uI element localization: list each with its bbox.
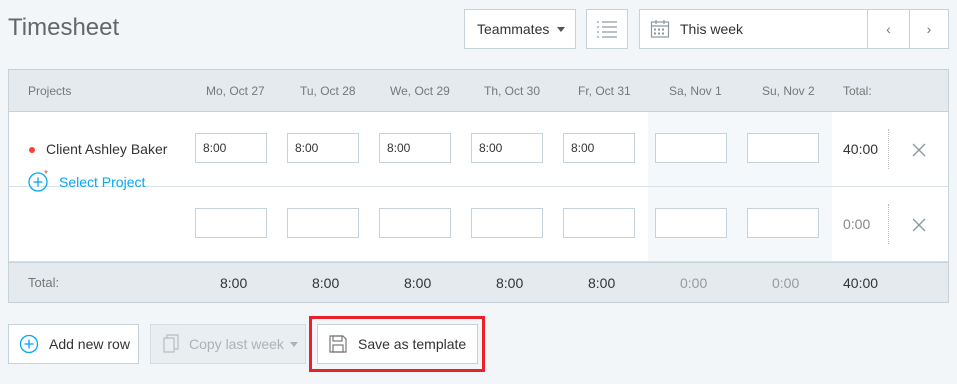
- col-day: Mo, Oct 27: [206, 84, 265, 98]
- copy-last-week-button[interactable]: Copy last week: [150, 324, 306, 364]
- time-input[interactable]: [563, 208, 635, 238]
- close-icon[interactable]: [911, 142, 927, 158]
- chevron-right-icon: ›: [926, 21, 932, 37]
- svg-text:*: *: [44, 169, 48, 180]
- time-input[interactable]: [747, 208, 819, 238]
- plus-circle-icon: [19, 334, 39, 354]
- row-total: 0:00: [843, 216, 871, 232]
- col-day: Sa, Nov 1: [669, 84, 722, 98]
- time-input[interactable]: [471, 208, 543, 238]
- time-input[interactable]: [287, 133, 359, 163]
- time-input[interactable]: [379, 133, 451, 163]
- day-total: 0:00: [680, 275, 708, 291]
- add-row-label: Add new row: [49, 336, 130, 352]
- col-projects: Projects: [28, 84, 72, 98]
- next-week-button[interactable]: ›: [909, 9, 949, 49]
- teammates-label: Teammates: [477, 21, 550, 37]
- footer-label: Total:: [28, 275, 60, 290]
- week-picker[interactable]: This week: [639, 9, 868, 49]
- plus-circle-icon[interactable]: *: [27, 169, 51, 193]
- time-input[interactable]: [471, 133, 543, 163]
- divider: [888, 204, 889, 244]
- save-template-label: Save as template: [358, 336, 467, 352]
- close-icon[interactable]: [911, 217, 927, 233]
- table-footer: Total: 8:00 8:00 8:00 8:00 8:00 0:00 0:0…: [9, 262, 948, 302]
- chevron-down-icon: [557, 26, 566, 32]
- copy-icon: [163, 334, 179, 353]
- list-view-button[interactable]: [586, 9, 628, 49]
- calendar-icon: [650, 20, 670, 38]
- chevron-left-icon: ‹: [886, 21, 891, 37]
- time-input[interactable]: [655, 133, 727, 163]
- day-total: 8:00: [220, 275, 248, 291]
- col-day: Su, Nov 2: [762, 84, 815, 98]
- save-icon: [329, 335, 347, 353]
- list-icon: [597, 21, 617, 38]
- add-row-button[interactable]: Add new row: [8, 324, 139, 364]
- day-total: 8:00: [588, 275, 616, 291]
- time-input[interactable]: [195, 133, 267, 163]
- time-input[interactable]: [747, 133, 819, 163]
- time-input[interactable]: [563, 133, 635, 163]
- day-total: 8:00: [496, 275, 524, 291]
- col-day: Tu, Oct 28: [300, 84, 356, 98]
- col-total: Total:: [843, 84, 872, 98]
- save-template-button[interactable]: Save as template: [317, 324, 478, 364]
- timesheet-table: Projects Mo, Oct 27 Tu, Oct 28 We, Oct 2…: [8, 69, 949, 303]
- chevron-down-icon: [289, 341, 298, 347]
- col-day: Th, Oct 30: [484, 84, 541, 98]
- page-title: Timesheet: [8, 14, 120, 41]
- day-total: 8:00: [312, 275, 340, 291]
- project-color-dot: [29, 147, 35, 153]
- select-project-link[interactable]: Select Project: [59, 174, 145, 190]
- day-total: 0:00: [772, 275, 800, 291]
- col-day: We, Oct 29: [390, 84, 450, 98]
- row-total: 40:00: [843, 141, 879, 157]
- time-input[interactable]: [287, 208, 359, 238]
- col-day: Fr, Oct 31: [578, 84, 631, 98]
- grand-total: 40:00: [843, 275, 879, 291]
- copy-last-week-label: Copy last week: [189, 336, 284, 352]
- table-row: 0:00: [9, 187, 948, 262]
- prev-week-button[interactable]: ‹: [867, 9, 910, 49]
- time-input[interactable]: [195, 208, 267, 238]
- divider: [888, 129, 889, 169]
- week-label: This week: [680, 21, 744, 37]
- time-input[interactable]: [655, 208, 727, 238]
- table-header: Projects Mo, Oct 27 Tu, Oct 28 We, Oct 2…: [9, 70, 948, 112]
- table-row: Client Ashley Baker 40:00: [9, 112, 948, 187]
- teammates-dropdown[interactable]: Teammates: [464, 9, 576, 49]
- day-total: 8:00: [404, 275, 432, 291]
- time-input[interactable]: [379, 208, 451, 238]
- project-name[interactable]: Client Ashley Baker: [46, 141, 167, 157]
